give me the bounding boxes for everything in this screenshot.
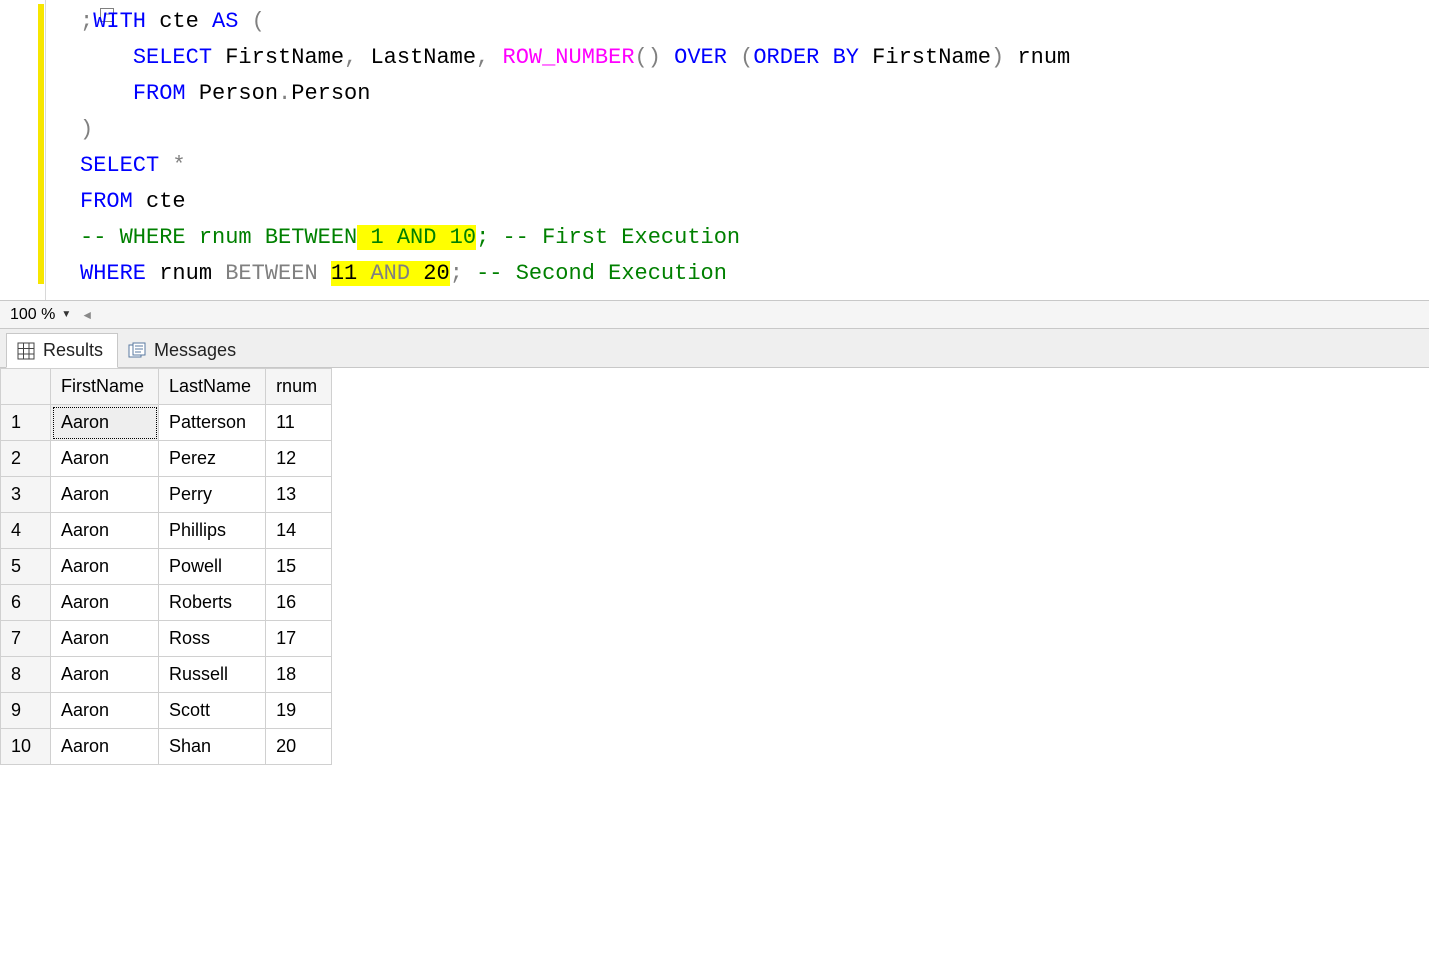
row-number[interactable]: 6: [1, 585, 51, 621]
table-row[interactable]: 4AaronPhillips14: [1, 513, 332, 549]
chevron-down-icon: ▼: [61, 309, 71, 320]
cell[interactable]: Ross: [159, 621, 266, 657]
messages-icon: [128, 342, 146, 360]
cell[interactable]: 18: [266, 657, 332, 693]
table-row[interactable]: 6AaronRoberts16: [1, 585, 332, 621]
row-number[interactable]: 8: [1, 657, 51, 693]
cell[interactable]: Aaron: [51, 657, 159, 693]
tab-results-label: Results: [43, 340, 103, 361]
grid-corner: [1, 369, 51, 405]
cell[interactable]: Powell: [159, 549, 266, 585]
results-tabs: Results Messages: [0, 329, 1429, 368]
cell[interactable]: Aaron: [51, 549, 159, 585]
table-row[interactable]: 8AaronRussell18: [1, 657, 332, 693]
column-header[interactable]: FirstName: [51, 369, 159, 405]
cell[interactable]: Phillips: [159, 513, 266, 549]
tab-messages-label: Messages: [154, 340, 236, 361]
table-row[interactable]: 9AaronScott19: [1, 693, 332, 729]
cell[interactable]: Aaron: [51, 405, 159, 441]
cell[interactable]: Aaron: [51, 621, 159, 657]
cell[interactable]: Roberts: [159, 585, 266, 621]
cell[interactable]: Shan: [159, 729, 266, 765]
row-number[interactable]: 5: [1, 549, 51, 585]
cell[interactable]: Perry: [159, 477, 266, 513]
grid-icon: [17, 342, 35, 360]
table-row[interactable]: 3AaronPerry13: [1, 477, 332, 513]
column-header[interactable]: rnum: [266, 369, 332, 405]
cell[interactable]: 15: [266, 549, 332, 585]
row-number[interactable]: 9: [1, 693, 51, 729]
cell[interactable]: Scott: [159, 693, 266, 729]
row-number[interactable]: 3: [1, 477, 51, 513]
cell[interactable]: 13: [266, 477, 332, 513]
editor-zoom-bar: 100 % ▼ ◄: [0, 300, 1429, 328]
tab-messages[interactable]: Messages: [118, 334, 250, 367]
editor-gutter: [0, 0, 46, 300]
cell[interactable]: 17: [266, 621, 332, 657]
row-number[interactable]: 4: [1, 513, 51, 549]
cell[interactable]: Perez: [159, 441, 266, 477]
cell[interactable]: 14: [266, 513, 332, 549]
table-row[interactable]: 10AaronShan20: [1, 729, 332, 765]
cell[interactable]: Aaron: [51, 585, 159, 621]
table-row[interactable]: 2AaronPerez12: [1, 441, 332, 477]
zoom-value: 100 %: [10, 306, 55, 324]
cell[interactable]: Aaron: [51, 729, 159, 765]
row-number[interactable]: 10: [1, 729, 51, 765]
tab-results[interactable]: Results: [6, 333, 118, 368]
cell[interactable]: Aaron: [51, 513, 159, 549]
row-number[interactable]: 2: [1, 441, 51, 477]
cell[interactable]: 11: [266, 405, 332, 441]
cell[interactable]: Aaron: [51, 441, 159, 477]
cell[interactable]: Aaron: [51, 693, 159, 729]
row-number[interactable]: 1: [1, 405, 51, 441]
cell[interactable]: 12: [266, 441, 332, 477]
results-grid[interactable]: FirstNameLastNamernum 1AaronPatterson112…: [0, 368, 332, 765]
results-grid-container: FirstNameLastNamernum 1AaronPatterson112…: [0, 368, 1429, 765]
scroll-left-icon[interactable]: ◄: [81, 308, 93, 322]
zoom-dropdown[interactable]: 100 % ▼: [6, 306, 75, 324]
cell[interactable]: Aaron: [51, 477, 159, 513]
table-row[interactable]: 7AaronRoss17: [1, 621, 332, 657]
table-row[interactable]: 1AaronPatterson11: [1, 405, 332, 441]
sql-editor[interactable]: − ;WITH cte AS ( SELECT FirstName, LastN…: [0, 0, 1429, 300]
cell[interactable]: Patterson: [159, 405, 266, 441]
cell[interactable]: 19: [266, 693, 332, 729]
change-marker: [38, 4, 44, 284]
row-number[interactable]: 7: [1, 621, 51, 657]
results-pane: Results Messages FirstNameLastNamernum: [0, 328, 1429, 765]
cell[interactable]: 16: [266, 585, 332, 621]
table-row[interactable]: 5AaronPowell15: [1, 549, 332, 585]
cell[interactable]: 20: [266, 729, 332, 765]
column-header[interactable]: LastName: [159, 369, 266, 405]
cell[interactable]: Russell: [159, 657, 266, 693]
code-text[interactable]: ;WITH cte AS ( SELECT FirstName, LastNam…: [46, 0, 1070, 300]
